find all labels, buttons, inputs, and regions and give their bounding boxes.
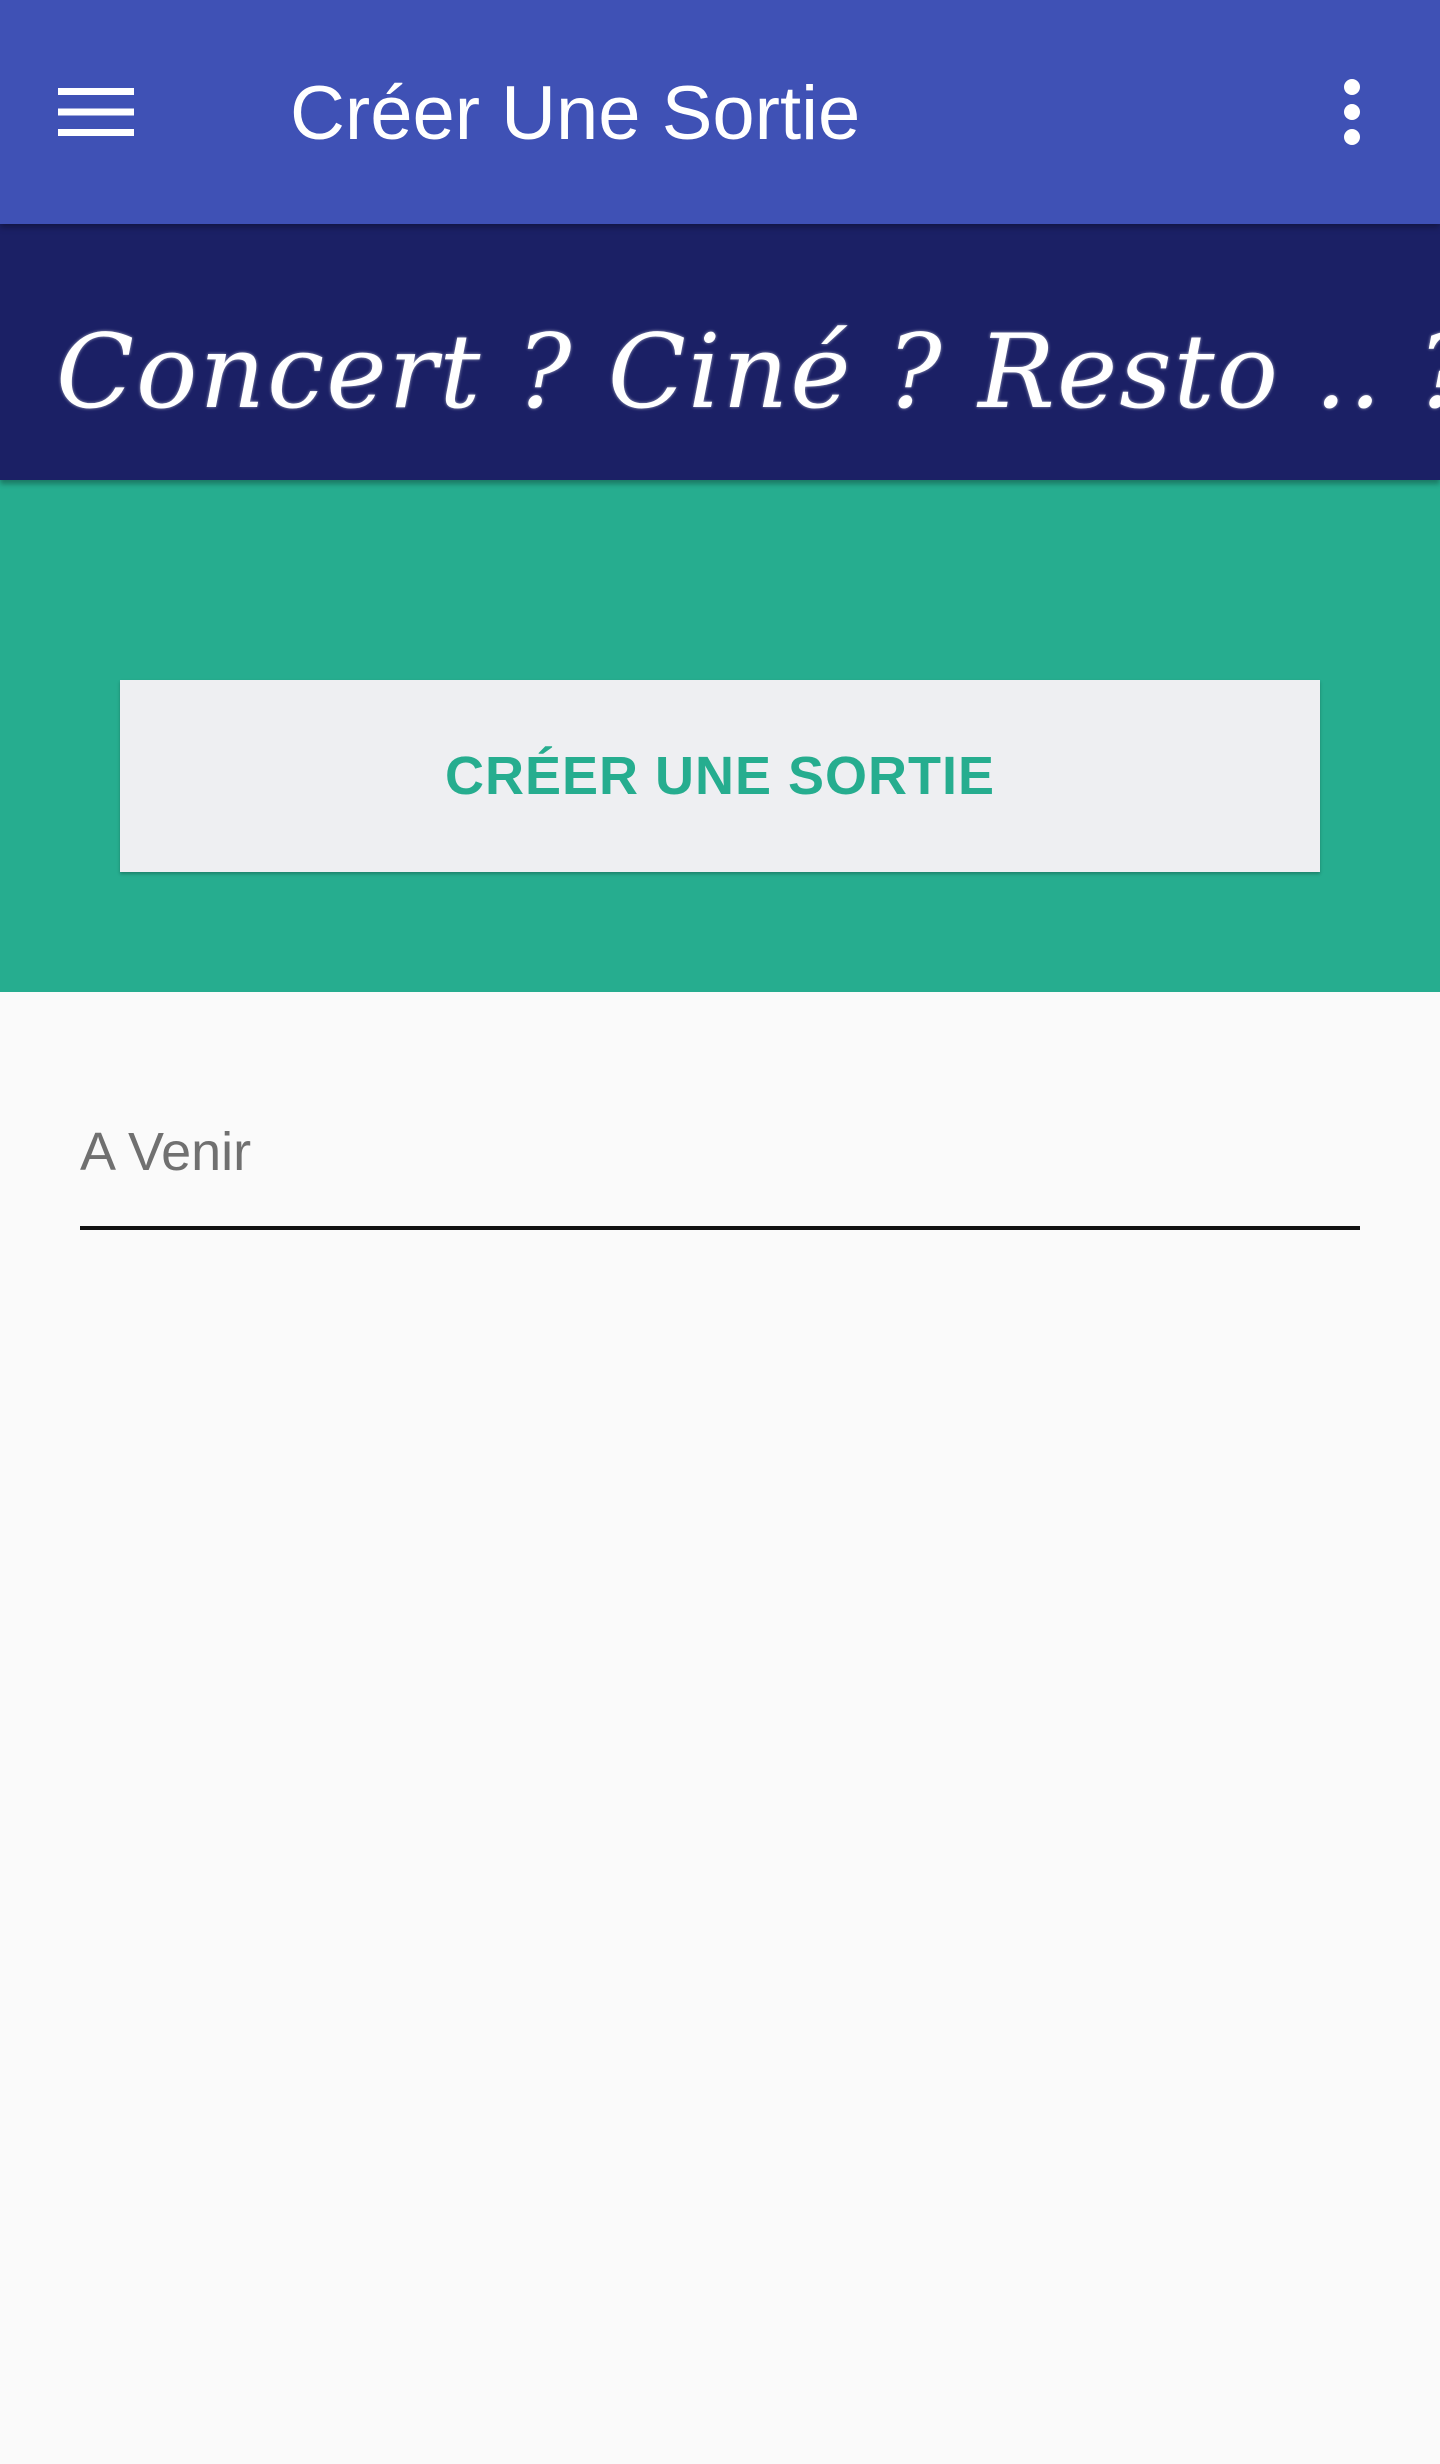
input-underline <box>80 1226 1360 1230</box>
menu-button[interactable] <box>40 68 152 156</box>
category-banner: Concert ? Ciné ? Resto .. ? <box>0 224 1440 480</box>
app-screen: Créer Une Sortie Concert ? Ciné ? Resto … <box>0 0 1440 2464</box>
create-outing-section: CRÉER UNE SORTIE <box>0 480 1440 992</box>
upcoming-filter-field <box>80 1080 1360 1230</box>
app-toolbar: Créer Une Sortie <box>0 0 1440 224</box>
create-outing-button[interactable]: CRÉER UNE SORTIE <box>120 680 1320 872</box>
banner-text: Concert ? Ciné ? Resto .. ? <box>56 313 1440 432</box>
hamburger-menu-icon <box>58 88 134 136</box>
overflow-menu-button[interactable] <box>1300 62 1404 162</box>
upcoming-input[interactable] <box>80 1080 1360 1224</box>
more-vert-icon <box>1344 79 1360 145</box>
toolbar-title: Créer Une Sortie <box>290 71 861 156</box>
